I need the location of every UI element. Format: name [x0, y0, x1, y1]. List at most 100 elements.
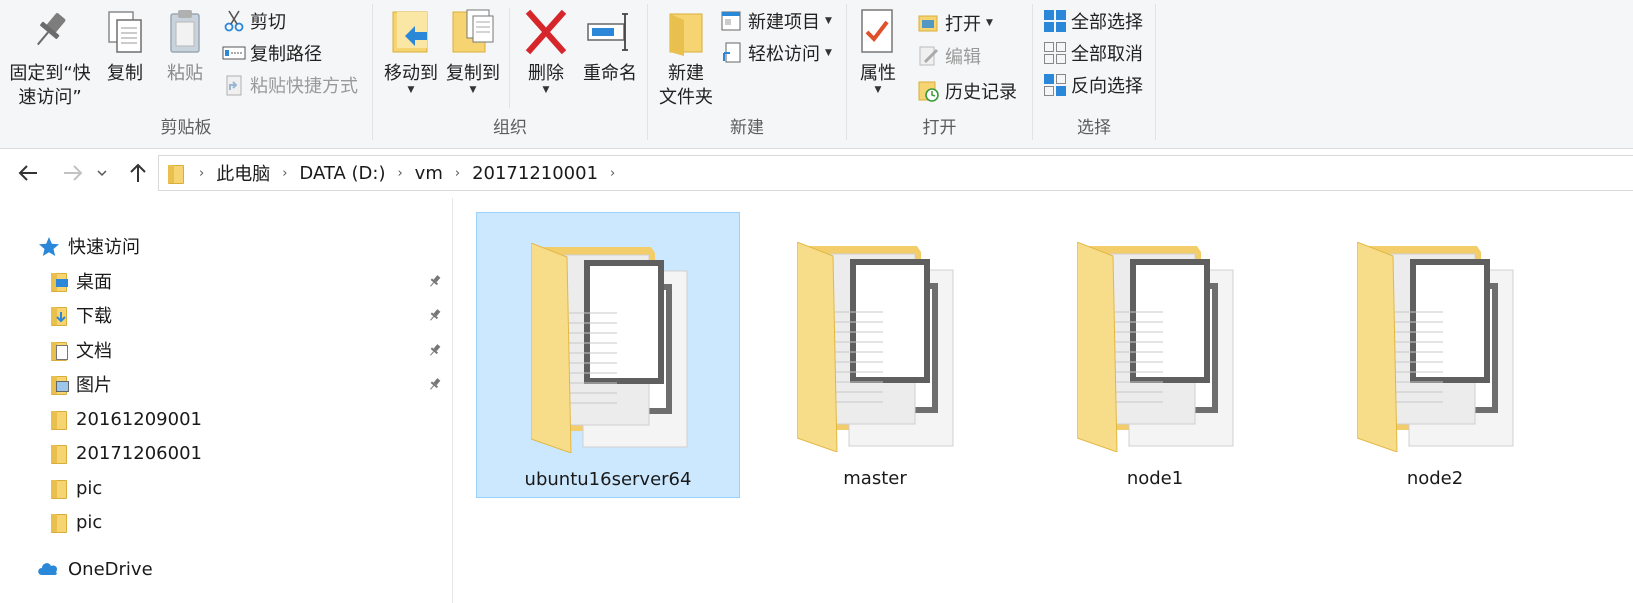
- new-group-label: 新建: [730, 118, 764, 138]
- organize-group-label: 组织: [493, 118, 527, 138]
- breadcrumb-data-drive[interactable]: DATA (D:): [295, 163, 389, 184]
- select-group: 全部选择 全部取消 反向选择 选择: [1033, 0, 1155, 148]
- properties-dropdown-icon: ▼: [874, 85, 882, 95]
- breadcrumb-separator[interactable]: ›: [447, 166, 468, 181]
- folder-name: node1: [1126, 468, 1184, 489]
- nav-item-label: 下载: [76, 306, 112, 327]
- nav-item-folder[interactable]: 20161209001: [50, 404, 202, 434]
- pin-icon[interactable]: [428, 343, 442, 357]
- breadcrumb-separator[interactable]: ›: [274, 166, 295, 181]
- pin-label-line1: 固定到“快: [9, 63, 91, 84]
- folder-icon: [50, 443, 68, 464]
- organize-group: 移动到 ▼ 复制到 ▼ 删除 ▼ 重命名 组织: [373, 0, 647, 148]
- nav-item-desktop[interactable]: 桌面: [50, 266, 112, 296]
- new-folder-label-line2: 文件夹: [659, 87, 713, 108]
- clipboard-group: 固定到“快 速访问” 复制 粘贴 剪切 复制路径 粘贴快捷方式 剪贴板: [0, 0, 372, 148]
- easy-access-button[interactable]: 轻松访问 ▼: [720, 39, 832, 67]
- breadcrumb-this-pc[interactable]: 此电脑: [212, 160, 274, 186]
- scissors-icon: [222, 9, 246, 33]
- open-group-label: 打开: [922, 118, 957, 138]
- folder-tile[interactable]: ubuntu16server64: [476, 212, 740, 498]
- move-to-dropdown-icon: ▼: [407, 85, 415, 95]
- new-folder-button[interactable]: 新建 文件夹: [654, 6, 718, 110]
- copy-label: 复制: [107, 63, 143, 84]
- nav-onedrive-label: OneDrive: [68, 558, 153, 580]
- easy-access-icon: [720, 41, 744, 65]
- folder-icon: [50, 512, 68, 533]
- history-button[interactable]: 历史记录: [917, 77, 1017, 105]
- edit-label: 编辑: [945, 47, 981, 68]
- recent-locations-button[interactable]: [92, 155, 112, 191]
- new-folder-label-line1: 新建: [668, 63, 704, 84]
- copy-button[interactable]: 复制: [100, 6, 150, 86]
- nav-item-pictures[interactable]: 图片: [50, 369, 112, 399]
- paste-shortcut-label: 粘贴快捷方式: [250, 76, 358, 97]
- up-button[interactable]: [122, 155, 154, 191]
- nav-item-downloads[interactable]: 下载: [50, 300, 112, 330]
- breadcrumb-separator[interactable]: ›: [389, 166, 410, 181]
- select-all-icon: [1043, 9, 1067, 33]
- nav-onedrive[interactable]: OneDrive: [36, 554, 153, 584]
- copy-to-button[interactable]: 复制到 ▼: [443, 6, 503, 95]
- copy-to-label: 复制到: [446, 63, 500, 84]
- rename-icon: [586, 6, 634, 58]
- move-to-button[interactable]: 移动到 ▼: [381, 6, 441, 95]
- nav-item-folder[interactable]: pic: [50, 507, 102, 537]
- pin-to-quick-access-button[interactable]: 固定到“快 速访问”: [6, 6, 94, 110]
- copy-path-button[interactable]: 复制路径: [222, 39, 322, 67]
- pin-icon[interactable]: [428, 274, 442, 288]
- nav-item-folder[interactable]: pic: [50, 473, 102, 503]
- paste-button[interactable]: 粘贴: [160, 6, 210, 86]
- pin-icon[interactable]: [428, 308, 442, 322]
- folder-name: master: [843, 468, 907, 489]
- select-all-label: 全部选择: [1071, 12, 1143, 33]
- select-none-button[interactable]: 全部取消: [1043, 39, 1143, 67]
- folder-tile[interactable]: master: [743, 212, 1007, 498]
- new-item-button[interactable]: 新建项目 ▼: [720, 7, 832, 35]
- copy-to-folder-icon: [449, 6, 497, 58]
- select-all-button[interactable]: 全部选择: [1043, 7, 1143, 35]
- breadcrumb-separator[interactable]: ›: [602, 166, 623, 181]
- invert-selection-button[interactable]: 反向选择: [1043, 71, 1143, 99]
- nav-item-label: 桌面: [76, 272, 112, 293]
- folder-name: ubuntu16server64: [524, 469, 692, 490]
- new-item-label: 新建项目: [748, 12, 820, 33]
- paste-label: 粘贴: [167, 63, 203, 84]
- edit-button[interactable]: 编辑: [917, 42, 981, 70]
- folder-icon: [1357, 242, 1514, 452]
- cut-button[interactable]: 剪切: [222, 7, 286, 35]
- breadcrumb-separator[interactable]: ›: [191, 166, 212, 181]
- breadcrumb-current-folder[interactable]: 20171210001: [468, 163, 602, 184]
- clipboard-group-label: 剪贴板: [160, 118, 212, 138]
- nav-item-label: 20161209001: [76, 408, 202, 430]
- nav-item-documents[interactable]: 文档: [50, 335, 112, 365]
- nav-item-label: 图片: [76, 375, 112, 396]
- easy-access-label: 轻松访问: [748, 44, 820, 65]
- forward-button[interactable]: [57, 155, 89, 191]
- folder-icon: [531, 243, 688, 453]
- properties-button[interactable]: 属性 ▼: [853, 6, 903, 95]
- ribbon-divider: [1155, 4, 1156, 140]
- breadcrumb-vm[interactable]: vm: [411, 163, 447, 184]
- navigation-pane: 快速访问 桌面 下载 文档 图片 20161209001 20171206001…: [0, 198, 453, 603]
- nav-quick-access[interactable]: 快速访问: [38, 231, 140, 261]
- pin-icon[interactable]: [428, 377, 442, 391]
- open-folder-icon: [917, 11, 941, 35]
- folder-tile[interactable]: node1: [1023, 212, 1287, 498]
- delete-button[interactable]: 删除 ▼: [521, 6, 571, 95]
- chevron-down-icon: [97, 170, 107, 177]
- paste-shortcut-button[interactable]: 粘贴快捷方式: [222, 71, 358, 99]
- folder-tile[interactable]: node2: [1303, 212, 1567, 498]
- select-group-label: 选择: [1077, 118, 1111, 138]
- pin-icon: [26, 6, 74, 58]
- address-bar[interactable]: › 此电脑 › DATA (D:) › vm › 20171210001 ›: [158, 155, 1633, 191]
- nav-item-folder[interactable]: 20171206001: [50, 438, 202, 468]
- nav-item-label: pic: [76, 477, 103, 499]
- open-label: 打开: [945, 14, 981, 35]
- open-button[interactable]: 打开 ▼: [917, 9, 993, 37]
- rename-button[interactable]: 重命名: [578, 6, 642, 86]
- back-button[interactable]: [12, 155, 44, 191]
- copy-icon: [101, 6, 149, 58]
- rename-label: 重命名: [583, 63, 637, 84]
- move-to-folder-icon: [387, 6, 435, 58]
